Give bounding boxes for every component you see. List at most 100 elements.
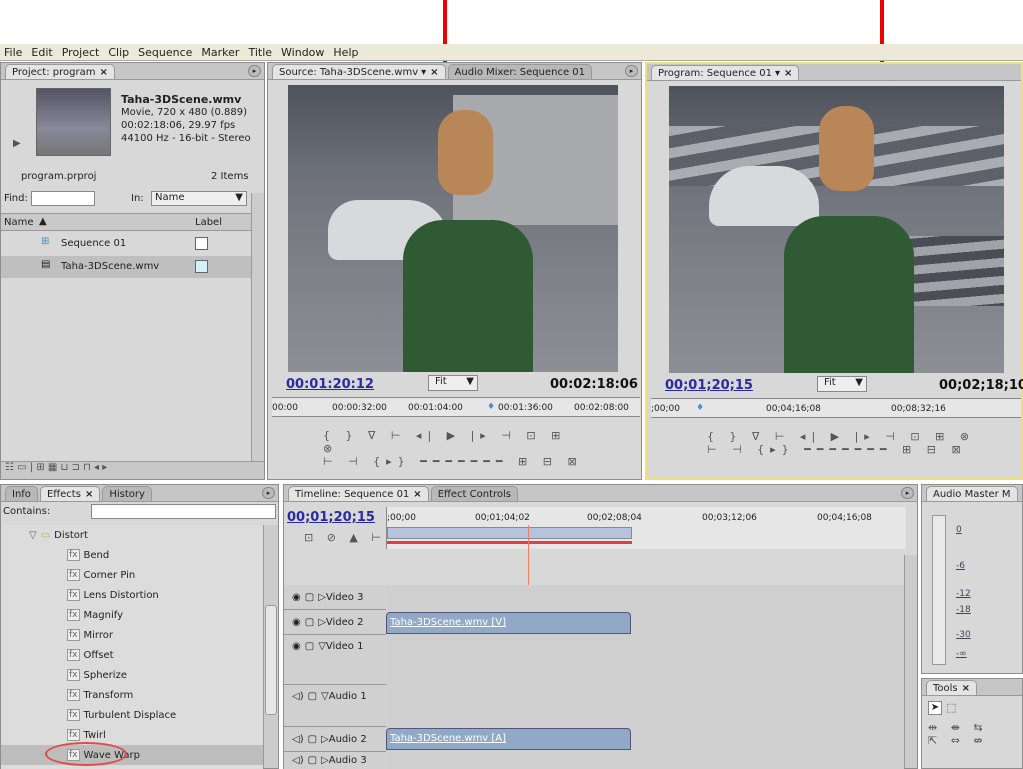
edit-tools[interactable]: ⇹ ⇼ ⇆ ⇱ ⇔ ⇎ — [928, 721, 988, 747]
track-area: Taha-3DScene.wmv [V] Taha-3DScene.wmv [A… — [386, 585, 904, 769]
track-video-2[interactable]: ◉ ▢ ▷ Video 2 — [284, 610, 386, 635]
label-swatch[interactable] — [195, 260, 208, 273]
in-select[interactable]: Name ▼ — [151, 191, 247, 206]
project-scrollbar[interactable] — [251, 193, 264, 461]
speaker-icon[interactable]: ◁) — [292, 734, 304, 745]
chevron-down-icon: ▼ — [235, 192, 243, 203]
eye-icon[interactable]: ◉ — [292, 641, 301, 652]
effect-name: Spherize — [83, 669, 127, 681]
track-audio-1[interactable]: ◁) ▢ ▽ Audio 1 — [284, 685, 386, 727]
tab-history-label: History — [109, 489, 145, 500]
effect-item[interactable]: fx Corner Pin — [1, 565, 263, 585]
source-transport-controls[interactable]: { } ∇ ⊢ ◂| ▶ |▸ ⊣ ⊡ ⊞ ⊗ ⊢ ⊣ {▸} ━━━━━━━ ⊞… — [323, 429, 583, 469]
tab-project[interactable]: Project: program × — [5, 64, 115, 79]
ruler-label: 00:01:04:00 — [408, 403, 463, 413]
tab-effect-controls[interactable]: Effect Controls — [430, 486, 519, 501]
track-audio-3[interactable]: ◁) ▢ ▷ Audio 3 — [284, 752, 386, 769]
contains-input[interactable] — [91, 504, 276, 519]
effect-item-wave-warp[interactable]: fx Wave Warp — [1, 742, 263, 766]
menu-clip[interactable]: Clip — [108, 46, 129, 59]
close-icon[interactable]: × — [99, 67, 107, 78]
list-item-name: Sequence 01 — [61, 238, 127, 249]
panel-menu-icon[interactable]: ▸ — [901, 487, 914, 499]
col-name[interactable]: Name — [4, 217, 34, 228]
menu-edit[interactable]: Edit — [31, 46, 52, 59]
eye-icon[interactable]: ◉ — [292, 617, 301, 628]
timeline-tool-buttons[interactable]: ⊡ ⊘ ▲ ⊢ — [304, 531, 386, 544]
tab-history[interactable]: History — [102, 486, 152, 501]
menu-window[interactable]: Window — [281, 46, 324, 59]
col-label[interactable]: Label — [195, 217, 222, 228]
video-clip[interactable]: Taha-3DScene.wmv [V] — [386, 612, 631, 634]
timeline-ruler[interactable]: ;00;00 00;01;04;02 00;02;08;04 00;03;12;… — [386, 507, 906, 549]
close-icon[interactable]: × — [85, 489, 93, 500]
program-transport-controls[interactable]: { } ∇ ⊢ ◂| ▶ |▸ ⊣ ⊡ ⊞ ⊗ ⊢ ⊣ {▸} ━━━━━━━ ⊞… — [707, 430, 977, 470]
effects-scrollbar[interactable] — [263, 525, 278, 768]
source-fit-select[interactable]: Fit ▼ — [428, 375, 478, 391]
scroll-thumb[interactable] — [265, 605, 277, 715]
effect-item[interactable]: fx Offset — [1, 645, 263, 665]
folder-distort[interactable]: ▽ ▭ Distort — [1, 525, 263, 545]
eye-icon[interactable]: ◉ — [292, 592, 301, 603]
tab-program[interactable]: Program: Sequence 01 ▾ × — [651, 65, 800, 80]
menu-file[interactable]: File — [4, 46, 22, 59]
tab-effects[interactable]: Effects × — [39, 486, 101, 501]
effect-item[interactable]: fx Bend — [1, 545, 263, 565]
ruler-label: 00:02:08:00 — [574, 403, 629, 413]
tab-source[interactable]: Source: Taha-3DScene.wmv ▾ × — [272, 64, 446, 79]
menu-help[interactable]: Help — [333, 46, 358, 59]
track-video-3[interactable]: ◉ ▢ ▷ Video 3 — [284, 585, 386, 610]
program-fit-select[interactable]: Fit ▼ — [817, 376, 867, 392]
close-icon[interactable]: × — [784, 68, 792, 79]
effect-item[interactable]: fx Magnify — [1, 605, 263, 625]
tab-timeline[interactable]: Timeline: Sequence 01 × — [288, 486, 429, 501]
source-ruler[interactable]: 00:00 00:00:32:00 00:01:04:00 00:01:36:0… — [272, 397, 640, 417]
track-label: Video 1 — [325, 641, 364, 652]
play-icon[interactable]: ▶ — [13, 138, 21, 149]
panel-menu-icon[interactable]: ▸ — [248, 65, 261, 77]
menu-title[interactable]: Title — [248, 46, 272, 59]
close-icon[interactable]: × — [962, 683, 970, 694]
speaker-icon[interactable]: ◁) — [292, 691, 304, 702]
source-timecode[interactable]: 00:01:20:12 — [286, 377, 374, 392]
panel-menu-icon[interactable]: ▸ — [262, 487, 275, 499]
selection-tool-icon[interactable]: ➤ — [928, 701, 942, 715]
list-item[interactable]: ▤ Taha-3DScene.wmv — [1, 256, 251, 278]
track-audio-2[interactable]: ◁) ▢ ▷ Audio 2 — [284, 727, 386, 752]
menu-marker[interactable]: Marker — [201, 46, 239, 59]
program-ruler[interactable]: ;00;00 00;04;16;08 00;08;32;16 ♦ — [651, 398, 1021, 418]
label-swatch[interactable] — [195, 237, 208, 250]
tab-audio-master[interactable]: Audio Master M — [926, 486, 1018, 501]
effect-item[interactable]: fx Lens Distortion — [1, 585, 263, 605]
track-select-tool-icon[interactable]: ⬚ — [946, 701, 956, 714]
timeline-scrollbar[interactable] — [904, 555, 917, 768]
playhead-icon[interactable]: ♦ — [487, 402, 495, 412]
program-timecode[interactable]: 00;01;20;15 — [665, 378, 753, 393]
playhead-icon[interactable]: ♦ — [696, 403, 704, 413]
menu-sequence[interactable]: Sequence — [138, 46, 192, 59]
tab-audio-mixer[interactable]: Audio Mixer: Sequence 01 — [447, 64, 593, 79]
close-icon[interactable]: × — [413, 489, 421, 500]
effect-item[interactable]: fx Transform — [1, 685, 263, 705]
speaker-icon[interactable]: ◁) — [292, 755, 304, 766]
audio-master-panel: Audio Master M 0 -6 -12 -18 -30 -∞ — [921, 484, 1023, 674]
list-item[interactable]: ⊞ Sequence 01 — [1, 233, 251, 255]
clip-info-2: 00:02:18:06, 29.97 fps — [121, 120, 236, 131]
close-icon[interactable]: × — [430, 67, 438, 78]
tab-tools[interactable]: Tools × — [926, 680, 978, 695]
work-area-bar[interactable] — [387, 527, 632, 539]
track-video-1[interactable]: ◉ ▢ ▽ Video 1 — [284, 635, 386, 685]
ruler-label: 00;04;16;08 — [766, 404, 821, 414]
tab-info[interactable]: Info — [5, 486, 38, 501]
menu-project[interactable]: Project — [62, 46, 100, 59]
effect-item[interactable]: fx Mirror — [1, 625, 263, 645]
find-input[interactable] — [31, 191, 95, 206]
effect-item[interactable]: fx Spherize — [1, 665, 263, 685]
find-label: Find: — [4, 193, 28, 204]
effect-item[interactable]: fx Twirl — [1, 725, 263, 745]
timeline-timecode[interactable]: 00;01;20;15 — [287, 510, 375, 525]
panel-menu-icon[interactable]: ▸ — [625, 65, 638, 77]
effect-item[interactable]: fx Turbulent Displace — [1, 705, 263, 725]
timeline-panel: Timeline: Sequence 01 × Effect Controls ▸… — [283, 484, 918, 769]
audio-clip[interactable]: Taha-3DScene.wmv [A] — [386, 728, 631, 750]
